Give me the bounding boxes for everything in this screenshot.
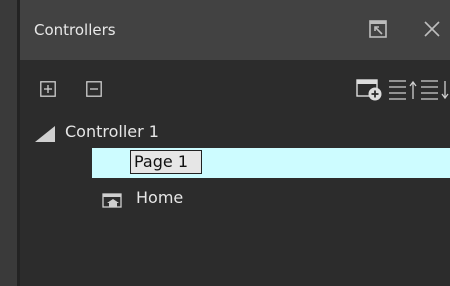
add-page-button[interactable]: [355, 74, 383, 102]
home-label: Home: [136, 188, 184, 207]
tree-item-controller[interactable]: Controller 1: [20, 116, 450, 146]
toolbar: [20, 66, 450, 110]
controllers-panel: Controllers Controller 1 Page 1 Home: [0, 0, 450, 286]
controller-label: Controller 1: [65, 122, 159, 141]
left-dock-edge: [0, 0, 20, 286]
controller-tree: Controller 1 Page 1 Home: [20, 112, 450, 286]
add-page-icon: [356, 79, 382, 101]
move-down-button[interactable]: [420, 77, 450, 103]
expanded-triangle-icon[interactable]: [35, 126, 55, 142]
move-down-icon: [421, 80, 449, 100]
tree-item-home[interactable]: Home: [20, 184, 450, 214]
close-icon: [424, 21, 440, 37]
panel-frame: Controllers Controller 1 Page 1 Home: [20, 0, 450, 286]
move-up-icon: [389, 80, 417, 100]
expand-all-button[interactable]: [40, 81, 56, 97]
close-button[interactable]: [420, 17, 444, 41]
panel-titlebar: Controllers: [20, 0, 450, 60]
home-page-icon: [102, 193, 122, 208]
panel-title: Controllers: [34, 21, 116, 39]
collapse-all-icon: [86, 81, 102, 97]
rename-input[interactable]: Page 1: [130, 150, 202, 174]
float-window-icon: [369, 20, 387, 38]
move-up-button[interactable]: [388, 77, 418, 103]
expand-all-icon: [40, 81, 56, 97]
tree-item-page-selected[interactable]: Page 1: [92, 148, 450, 178]
collapse-all-button[interactable]: [86, 81, 102, 97]
float-window-button[interactable]: [368, 18, 392, 40]
